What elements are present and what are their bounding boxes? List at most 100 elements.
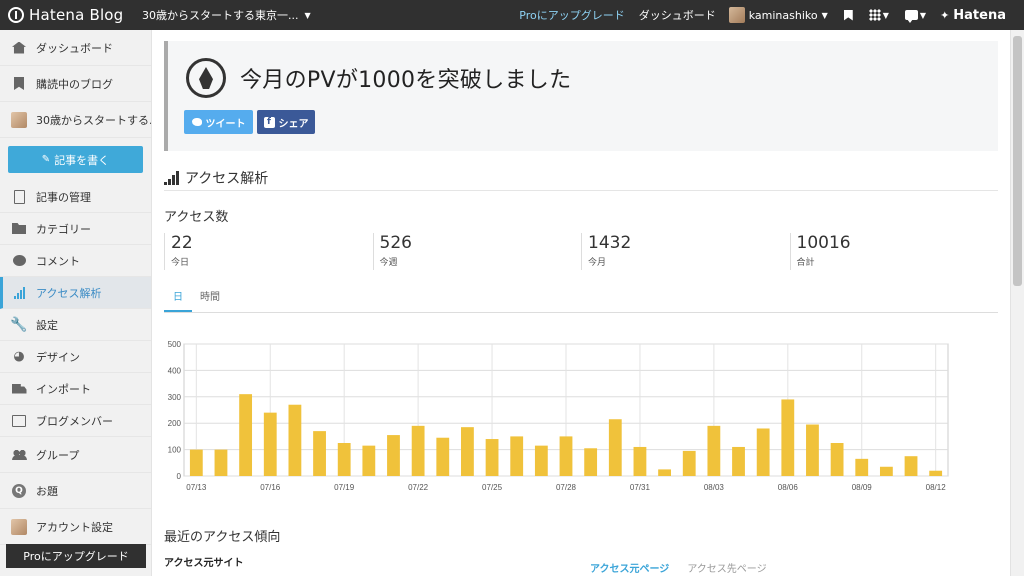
user-avatar <box>728 7 745 23</box>
bar-07-29 <box>584 448 598 476</box>
blog-name: 30歳からスタートする東京一... <box>142 9 299 22</box>
blog-selector[interactable]: 30歳からスタートする東京一... ▼ <box>142 7 311 23</box>
bookmark-button[interactable] <box>836 9 861 21</box>
sidebar-item-dashboard[interactable]: ダッシュボード <box>0 30 151 66</box>
facebook-share-button[interactable]: f シェア <box>257 110 315 134</box>
tweet-button[interactable]: ツイート <box>184 110 253 134</box>
stat-today: 22 今日 <box>164 233 373 270</box>
x-tick-label: 08/09 <box>852 483 873 492</box>
stat-total: 10016 合計 <box>789 233 999 270</box>
notifications-button[interactable]: ▼ <box>897 10 934 23</box>
stat-label: 今月 <box>588 258 607 268</box>
bar-07-19 <box>337 443 351 476</box>
top-bar: Hatena Blog 30歳からスタートする東京一... ▼ Proにアップグ… <box>0 0 1024 30</box>
scrollbar-thumb[interactable] <box>1013 36 1022 286</box>
facebook-icon: f <box>263 116 275 128</box>
account-avatar <box>11 518 27 535</box>
y-tick-label: 400 <box>168 366 182 375</box>
chevron-down-icon: ▼ <box>304 10 311 20</box>
share-label: シェア <box>278 118 309 130</box>
write-article-label: 記事を書く <box>54 153 110 167</box>
bar-07-17 <box>288 404 302 476</box>
hatena-link[interactable]: ✦ Hatena <box>934 8 1024 23</box>
sidebar-item-blog[interactable]: 30歳からスタートする... <box>0 102 151 138</box>
tab-day[interactable]: 日 <box>164 286 192 312</box>
apps-menu-button[interactable]: ▼ <box>861 9 897 21</box>
sidebar-item-label: ダッシュボード <box>36 41 113 55</box>
sidebar: ダッシュボード 購読中のブログ 30歳からスタートする... ✎ 記事を書く 記… <box>0 30 152 576</box>
sidebar-item-label: 記事の管理 <box>36 190 91 204</box>
bar-08-03 <box>707 425 721 476</box>
folder-icon <box>11 221 27 237</box>
sidebar-item-categories[interactable]: カテゴリー <box>0 213 151 245</box>
sidebar-item-label: カテゴリー <box>36 222 91 236</box>
wrench-icon: 🔧 <box>10 316 28 333</box>
home-icon <box>11 40 27 56</box>
comment-icon <box>11 253 27 269</box>
pen-nib-icon <box>186 58 226 98</box>
hatena-blog-logo[interactable]: Hatena Blog <box>0 6 138 24</box>
x-tick-label: 07/25 <box>482 483 503 492</box>
sidebar-item-label: コメント <box>36 254 80 268</box>
chart-range-tabs: 日 時間 <box>164 286 998 313</box>
recent-access-title: 最近のアクセス傾向 <box>164 530 281 545</box>
referrer-tabs: アクセス元ページ アクセス先ページ <box>590 560 767 575</box>
bar-07-26 <box>510 436 524 476</box>
sidebar-item-label: 購読中のブログ <box>36 77 113 91</box>
bar-08-12 <box>929 470 943 476</box>
stat-label: 合計 <box>796 258 815 268</box>
y-tick-label: 300 <box>168 393 182 402</box>
sidebar-item-settings[interactable]: 🔧 設定 <box>0 309 151 341</box>
user-menu[interactable]: kaminashiko ▼ <box>723 7 836 23</box>
bar-07-13 <box>189 449 203 476</box>
x-tick-label: 08/06 <box>778 483 799 492</box>
blog-avatar <box>11 111 27 128</box>
document-icon <box>11 189 27 205</box>
sidebar-item-label: アカウント設定 <box>36 520 113 534</box>
stat-month: 1432 今月 <box>581 233 790 270</box>
hatena-label: Hatena <box>953 7 1006 23</box>
notice-title: 今月のPVが1000を突破しました <box>240 68 572 93</box>
speech-bubble-icon <box>904 10 918 23</box>
sidebar-item-comments[interactable]: コメント <box>0 245 151 277</box>
pro-upgrade-link[interactable]: Proにアップグレード <box>512 7 631 23</box>
tab-referrer-pages[interactable]: アクセス元ページ <box>590 560 669 575</box>
sidebar-item-manage-articles[interactable]: 記事の管理 <box>0 181 151 213</box>
main-content: 今月のPVが1000を突破しました ツイート f シェア アクセス解析 アクセス… <box>152 30 1010 576</box>
page-scrollbar[interactable] <box>1010 30 1024 576</box>
pro-upgrade-button[interactable]: Proにアップグレード <box>6 544 146 568</box>
sidebar-item-subscribed-blogs[interactable]: 購読中のブログ <box>0 66 151 102</box>
bar-07-18 <box>313 431 326 476</box>
x-tick-label: 08/03 <box>704 483 725 492</box>
bar-08-11 <box>904 456 918 476</box>
sidebar-item-label: グループ <box>36 448 80 462</box>
sidebar-item-account-settings[interactable]: アカウント設定 <box>0 509 151 545</box>
bookmark-icon <box>843 9 853 21</box>
bar-07-16 <box>263 412 277 476</box>
sidebar-item-topics[interactable]: Q お題 <box>0 473 151 509</box>
y-tick-label: 500 <box>168 340 182 349</box>
x-tick-label: 07/31 <box>630 483 651 492</box>
write-article-button[interactable]: ✎ 記事を書く <box>8 146 143 173</box>
stat-value: 526 <box>379 233 412 253</box>
sidebar-item-label: 30歳からスタートする... <box>36 113 151 127</box>
x-tick-label: 07/19 <box>334 483 355 492</box>
y-tick-label: 200 <box>168 419 182 428</box>
sidebar-item-import[interactable]: インポート <box>0 373 151 405</box>
sidebar-item-design[interactable]: ◕ デザイン <box>0 341 151 373</box>
sidebar-item-access-analysis[interactable]: アクセス解析 <box>0 277 151 309</box>
sidebar-item-groups[interactable]: グループ <box>0 437 151 473</box>
x-tick-label: 07/22 <box>408 483 429 492</box>
tab-hour[interactable]: 時間 <box>196 286 224 312</box>
edit-icon: ✎ <box>41 154 51 165</box>
username: kaminashiko <box>748 8 818 22</box>
chevron-down-icon: ▼ <box>882 10 889 20</box>
bar-07-27 <box>534 445 548 476</box>
tab-landing-pages[interactable]: アクセス先ページ <box>687 560 766 575</box>
brand-name: Hatena Blog <box>29 6 124 24</box>
signal-bars-icon <box>164 171 179 185</box>
sidebar-item-blog-members[interactable]: ブログメンバー <box>0 405 151 437</box>
tweet-label: ツイート <box>205 118 246 130</box>
dashboard-link[interactable]: ダッシュボード <box>632 7 723 23</box>
daily-pv-chart: 0 100 200 300 400 500 07/13 07/16 07/19 07/22 07/2… <box>168 340 949 492</box>
